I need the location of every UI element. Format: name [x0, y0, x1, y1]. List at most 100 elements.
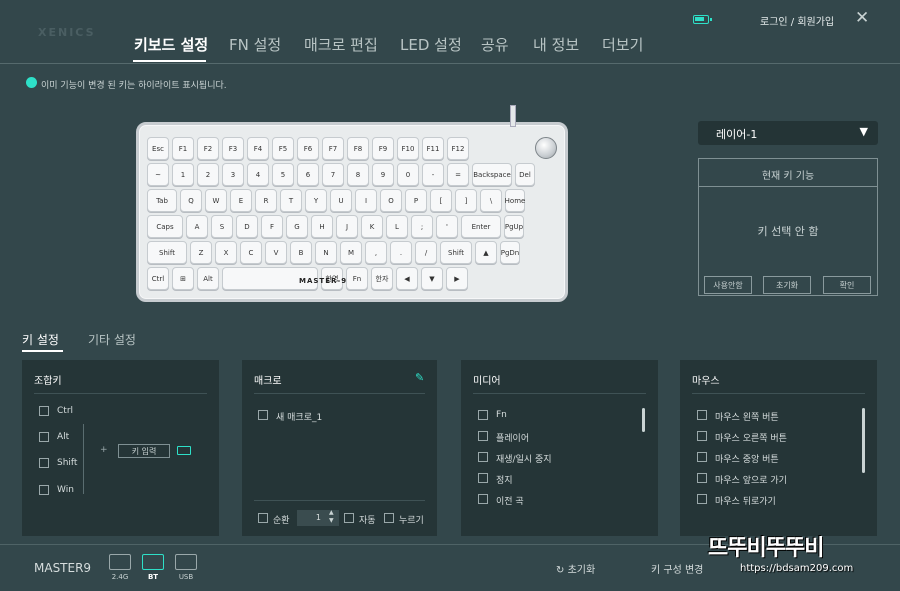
key[interactable]: ⊞: [172, 267, 194, 290]
key[interactable]: /: [415, 241, 437, 264]
key[interactable]: F8: [347, 137, 369, 160]
key[interactable]: F10: [397, 137, 419, 160]
wireless-2-4g-icon[interactable]: [109, 554, 131, 570]
reset-all-button[interactable]: ↻ 초기화: [556, 561, 595, 576]
key[interactable]: ': [436, 215, 458, 238]
mouse-checkbox[interactable]: [697, 494, 707, 504]
tab-keyboard-settings[interactable]: 키보드 설정: [134, 34, 208, 55]
key[interactable]: Ctrl: [147, 267, 169, 290]
config-change-button[interactable]: 키 구성 변경: [651, 561, 703, 576]
loop-checkbox[interactable]: [258, 513, 268, 523]
key[interactable]: F5: [272, 137, 294, 160]
key[interactable]: F9: [372, 137, 394, 160]
volume-knob[interactable]: [535, 137, 557, 159]
key[interactable]: \: [480, 189, 502, 212]
mouse-checkbox[interactable]: [697, 452, 707, 462]
key[interactable]: Caps: [147, 215, 183, 238]
key[interactable]: K: [361, 215, 383, 238]
key[interactable]: Backspace: [472, 163, 512, 186]
key[interactable]: W: [205, 189, 227, 212]
key[interactable]: 7: [322, 163, 344, 186]
subtab-key-settings[interactable]: 키 설정: [22, 331, 59, 348]
key[interactable]: S: [211, 215, 233, 238]
ctrl-checkbox[interactable]: [39, 406, 49, 416]
login-link[interactable]: 로그인 / 회원가입: [760, 13, 834, 28]
key[interactable]: 3: [222, 163, 244, 186]
key[interactable]: 0: [397, 163, 419, 186]
key[interactable]: F7: [322, 137, 344, 160]
key[interactable]: V: [265, 241, 287, 264]
bluetooth-icon[interactable]: [142, 554, 164, 570]
media-checkbox[interactable]: [478, 410, 488, 420]
key[interactable]: F2: [197, 137, 219, 160]
tab-fn-settings[interactable]: FN 설정: [229, 34, 281, 55]
key[interactable]: [: [430, 189, 452, 212]
key[interactable]: Y: [305, 189, 327, 212]
scrollbar[interactable]: [642, 408, 645, 432]
key[interactable]: P: [405, 189, 427, 212]
key[interactable]: F6: [297, 137, 319, 160]
key[interactable]: Enter: [461, 215, 501, 238]
key-input-field[interactable]: 키 입력: [118, 444, 170, 458]
media-checkbox[interactable]: [478, 431, 488, 441]
stepper-arrows-icon[interactable]: ▲ ▼: [329, 509, 334, 525]
media-checkbox[interactable]: [478, 473, 488, 483]
key[interactable]: ▲: [475, 241, 497, 264]
mouse-checkbox[interactable]: [697, 431, 707, 441]
reset-key-button[interactable]: 초기화: [763, 276, 811, 294]
key[interactable]: Shift: [147, 241, 187, 264]
key[interactable]: 9: [372, 163, 394, 186]
key[interactable]: 1: [172, 163, 194, 186]
key[interactable]: Home: [505, 189, 525, 212]
win-checkbox[interactable]: [39, 485, 49, 495]
key[interactable]: 한자: [371, 267, 393, 290]
key[interactable]: F4: [247, 137, 269, 160]
key[interactable]: D: [236, 215, 258, 238]
layer-select[interactable]: 레이어-1 ▼: [698, 121, 878, 145]
key[interactable]: Fn: [346, 267, 368, 290]
key[interactable]: L: [386, 215, 408, 238]
key[interactable]: G: [286, 215, 308, 238]
key[interactable]: 6: [297, 163, 319, 186]
key[interactable]: Shift: [440, 241, 472, 264]
key[interactable]: PgUp: [504, 215, 524, 238]
tab-macro-edit[interactable]: 매크로 편집: [304, 34, 378, 55]
key[interactable]: ,: [365, 241, 387, 264]
usb-icon[interactable]: [175, 554, 197, 570]
key[interactable]: B: [290, 241, 312, 264]
key[interactable]: Esc: [147, 137, 169, 160]
macro-checkbox[interactable]: [258, 410, 268, 420]
confirm-button[interactable]: 확인: [823, 276, 871, 294]
key[interactable]: Alt: [197, 267, 219, 290]
key[interactable]: O: [380, 189, 402, 212]
key[interactable]: U: [330, 189, 352, 212]
key[interactable]: A: [186, 215, 208, 238]
key[interactable]: .: [390, 241, 412, 264]
key[interactable]: E: [230, 189, 252, 212]
key[interactable]: Q: [180, 189, 202, 212]
key[interactable]: ~: [147, 163, 169, 186]
key[interactable]: ▼: [421, 267, 443, 290]
key[interactable]: J: [336, 215, 358, 238]
key[interactable]: H: [311, 215, 333, 238]
key[interactable]: ;: [411, 215, 433, 238]
key[interactable]: ▶: [446, 267, 468, 290]
key[interactable]: F11: [422, 137, 444, 160]
key[interactable]: F3: [222, 137, 244, 160]
tab-my-info[interactable]: 내 정보: [533, 34, 579, 55]
media-checkbox[interactable]: [478, 494, 488, 504]
key[interactable]: 5: [272, 163, 294, 186]
tab-more[interactable]: 더보기: [602, 34, 643, 55]
key[interactable]: N: [315, 241, 337, 264]
mouse-checkbox[interactable]: [697, 410, 707, 420]
key[interactable]: =: [447, 163, 469, 186]
key[interactable]: F12: [447, 137, 469, 160]
scrollbar[interactable]: [862, 408, 865, 473]
edit-icon[interactable]: ✎: [415, 371, 424, 384]
key[interactable]: R: [255, 189, 277, 212]
key[interactable]: X: [215, 241, 237, 264]
key[interactable]: Del: [515, 163, 535, 186]
shift-checkbox[interactable]: [39, 458, 49, 468]
press-checkbox[interactable]: [384, 513, 394, 523]
key[interactable]: ]: [455, 189, 477, 212]
